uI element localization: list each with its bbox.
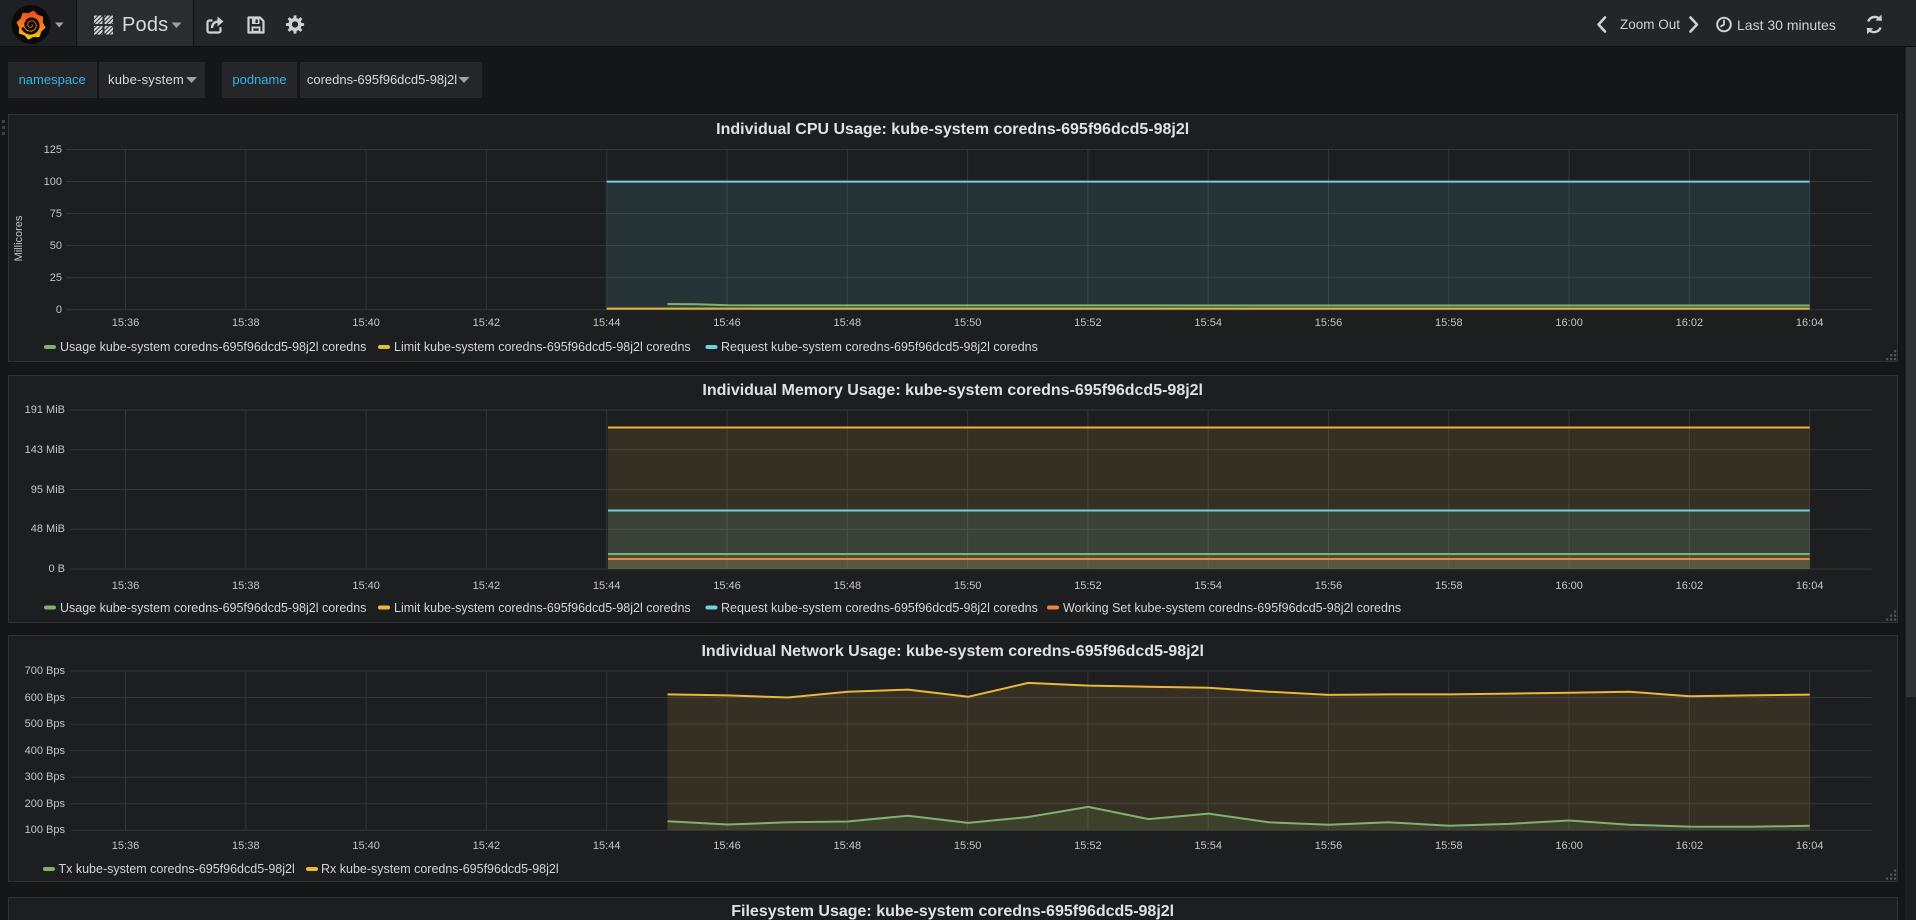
svg-text:Millicores: Millicores (13, 215, 25, 261)
